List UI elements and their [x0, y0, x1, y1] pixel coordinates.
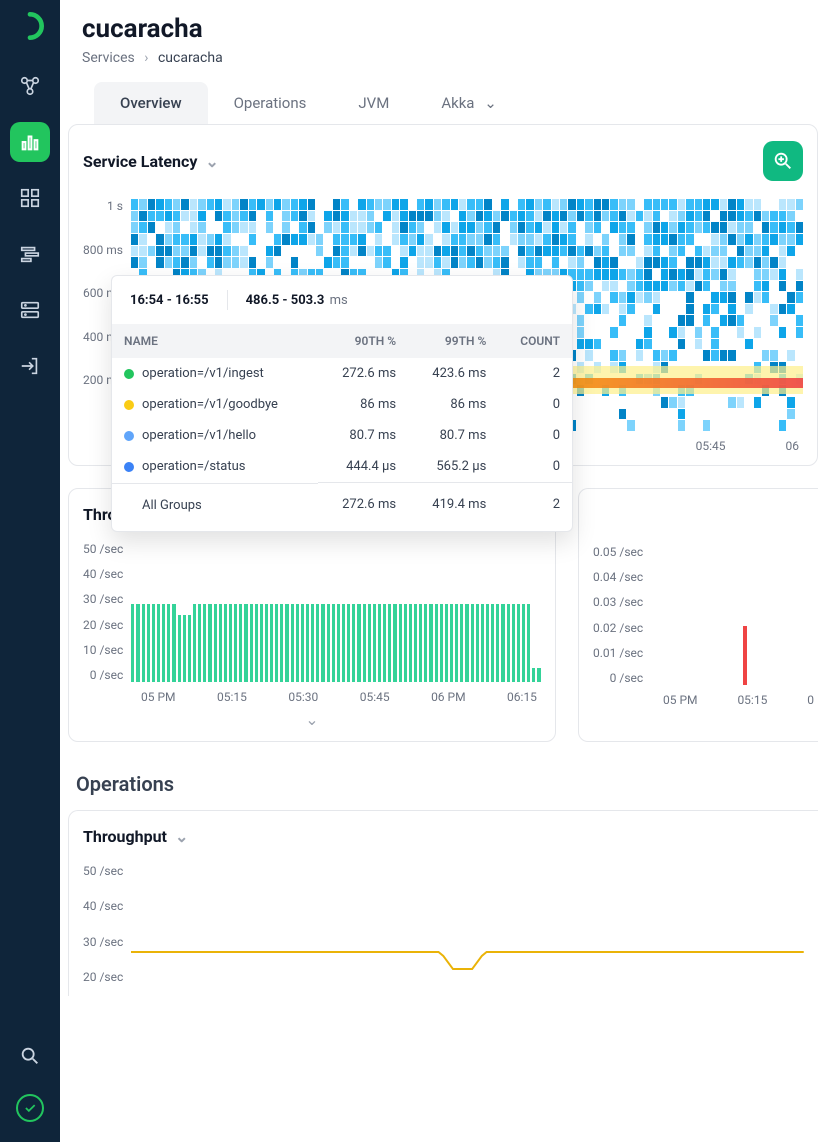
tab-overview[interactable]: Overview [94, 82, 208, 124]
breadcrumb-current: cucaracha [158, 50, 223, 66]
page-title: cucaracha [82, 14, 796, 44]
tooltip-time-window: 16:54 - 16:55 [130, 293, 209, 308]
header: cucaracha Services › cucaracha Overview … [60, 0, 818, 124]
chevron-down-icon[interactable]: ⌄ [83, 710, 541, 729]
ops-throughput-y-axis: 50 /sec 40 /sec 30 /sec 20 /sec [83, 864, 131, 984]
table-row-footer: All Groups 272.6 ms419.4 ms2 [112, 483, 572, 531]
latency-card: Service Latency ⌄ 1 s 800 ms 600 ms 400 … [68, 124, 818, 466]
errors-x-axis: 05 PM 05:15 0 [593, 693, 818, 707]
errors-plot[interactable] [651, 545, 818, 685]
nav-login-icon[interactable] [10, 346, 50, 386]
operations-section-title: Operations [76, 772, 818, 796]
col-p90: 90TH % [318, 324, 408, 358]
analyze-button[interactable] [763, 141, 803, 181]
tab-akka[interactable]: Akka ⌄ [415, 82, 522, 124]
breadcrumb-root[interactable]: Services [82, 50, 135, 66]
col-name: NAME [112, 324, 318, 358]
throughput-bar-plot[interactable] [131, 542, 541, 682]
operations-throughput-card: Throughput ⌄ 50 /sec 40 /sec 30 /sec 20 … [68, 810, 818, 996]
tabs: Overview Operations JVM Akka ⌄ [82, 82, 796, 124]
chevron-down-icon[interactable]: ⌄ [205, 152, 218, 171]
throughput-y-axis: 50 /sec 40 /sec 30 /sec 20 /sec 10 /sec … [83, 542, 131, 682]
table-row: operation=/v1/ingest 272.6 ms423.6 ms2 [112, 358, 572, 389]
chevron-down-icon[interactable]: ⌄ [175, 827, 188, 846]
latency-tooltip: 16:54 - 16:55 486.5 - 503.3 ms NAME 90TH… [111, 275, 573, 532]
nav-hosts-icon[interactable] [10, 290, 50, 330]
main: cucaracha Services › cucaracha Overview … [60, 0, 818, 1142]
sidebar [0, 0, 60, 1142]
tooltip-value: 486.5 - 503.3 [246, 293, 325, 308]
breadcrumb: Services › cucaracha [82, 50, 796, 66]
col-count: COUNT [498, 324, 572, 358]
tooltip-value-unit: ms [330, 293, 348, 308]
col-p99: 99TH % [408, 324, 498, 358]
tab-akka-label: Akka [441, 94, 474, 112]
errors-card: 0.05 /sec 0.04 /sec 0.03 /sec 0.02 /sec … [578, 488, 818, 742]
tab-jvm[interactable]: JVM [332, 82, 415, 124]
throughput-x-axis: 05 PM 05:15 05:30 05:45 06 PM 06:15 [83, 690, 541, 704]
table-row: operation=/v1/hello 80.7 ms80.7 ms0 [112, 420, 572, 451]
status-ok-icon[interactable] [16, 1094, 44, 1122]
ops-throughput-line-plot[interactable] [131, 864, 804, 984]
search-icon[interactable] [10, 1036, 50, 1076]
latency-heading: Service Latency ⌄ [83, 152, 219, 171]
table-row: operation=/v1/goodbye 86 ms86 ms0 [112, 389, 572, 420]
table-row: operation=/status 444.4 µs565.2 µs0 [112, 451, 572, 483]
nav-traces-icon[interactable] [10, 234, 50, 274]
errors-y-axis: 0.05 /sec 0.04 /sec 0.03 /sec 0.02 /sec … [593, 545, 651, 685]
nav-metrics-icon[interactable] [10, 122, 50, 162]
chevron-down-icon: ⌄ [484, 94, 497, 112]
tooltip-table: NAME 90TH % 99TH % COUNT operation=/v1/i… [112, 324, 572, 531]
nav-topology-icon[interactable] [10, 66, 50, 106]
operations-throughput-heading: Throughput ⌄ [83, 827, 804, 846]
tab-operations[interactable]: Operations [208, 82, 333, 124]
chevron-right-icon: › [144, 50, 148, 66]
nav-dashboards-icon[interactable] [10, 178, 50, 218]
logo-icon [16, 12, 44, 44]
